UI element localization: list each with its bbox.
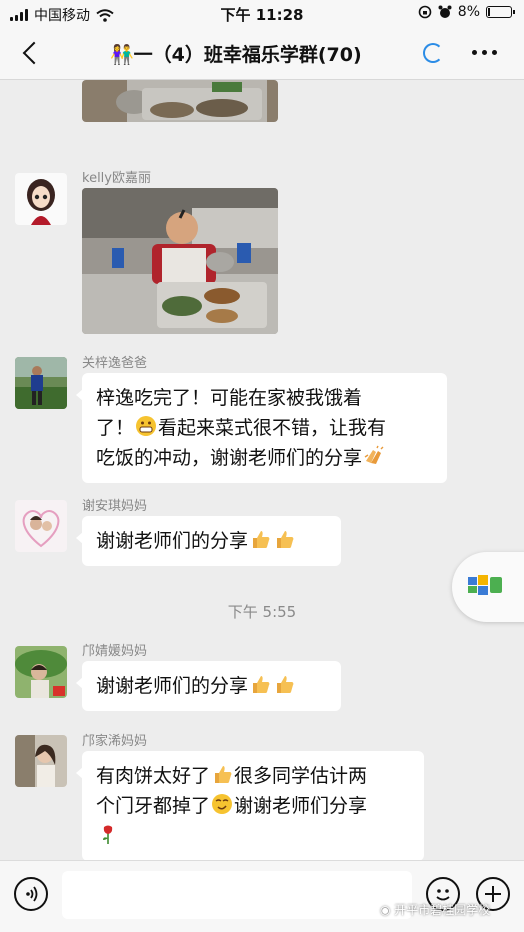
message-timestamp: 下午 5:55 (227, 603, 297, 621)
message-text: 吃饭的冲动，谢谢老师们的分享 (96, 447, 363, 469)
message-list[interactable]: kelly欧嘉丽 关梓逸爸爸 梓逸吃完了！可能在家被我饿着 了！ 看起来菜式很不… (0, 80, 524, 860)
avatar[interactable] (15, 357, 67, 409)
soccer-player-avatar (15, 357, 67, 409)
message-bubble[interactable]: 谢谢老师们的分享 (76, 516, 341, 566)
sender-name: 邝家浠妈妈 (82, 734, 148, 749)
lunch-tray-photo (82, 80, 278, 122)
battery-icon (486, 6, 515, 18)
account-watermark: ◉ 开平市碧桂园学校 (380, 901, 490, 918)
message-text: 看起来菜式很不错，让我有 (158, 417, 387, 439)
status-bar: 中国移动 下午 11:28 8% (0, 0, 524, 26)
loading-ring-icon (423, 43, 443, 63)
mini-window-icon (468, 575, 502, 595)
lotus-leaf-avatar (15, 646, 67, 698)
message-image[interactable] (82, 80, 278, 122)
message-text: 了！ (96, 417, 135, 439)
watermark-text: 开平市碧桂园学校 (394, 903, 491, 917)
chat-header: 👫一（4）班幸福乐学群(70) (0, 26, 524, 80)
avatar[interactable] (15, 173, 67, 225)
message-bubble[interactable]: 梓逸吃完了！可能在家被我饿着 了！ 看起来菜式很不错，让我有 吃饭的冲动，谢谢老师… (76, 373, 447, 483)
thumbs-up-emoji-icon (215, 766, 232, 783)
message-text: 个门牙都掉了 (96, 795, 211, 817)
message-text: 有肉饼太好了 (96, 765, 211, 787)
message-bubble[interactable]: 有肉饼太好了 很多同学估计两 个门牙都掉了 谢谢老师们分享 (76, 751, 424, 860)
woman-portrait-avatar (15, 735, 67, 787)
thumbs-up-emoji-icon (253, 676, 270, 693)
chevron-left-icon[interactable] (18, 38, 48, 68)
sender-name: 谢安琪妈妈 (82, 499, 148, 514)
message-text: 梓逸吃完了！可能在家被我饿着 (96, 387, 363, 409)
wechat-logo-icon: ◉ (380, 903, 395, 917)
sly-smile-emoji-icon (212, 794, 233, 814)
sender-name: 邝婧媛妈妈 (82, 644, 148, 659)
voice-icon[interactable] (14, 877, 48, 911)
more-icon[interactable] (472, 50, 497, 55)
avatar[interactable] (15, 646, 67, 698)
message-text: 很多同学估计两 (234, 765, 368, 787)
voice-waves-icon (26, 886, 38, 902)
thumbs-up-emoji-icon (253, 531, 270, 548)
student-eating-photo (82, 188, 278, 334)
group-title: 👫一（4）班幸福乐学群(70) (110, 44, 362, 66)
message-bubble[interactable]: 谢谢老师们的分享 (76, 661, 341, 711)
cartoon-girl-avatar (15, 173, 67, 225)
message-input[interactable] (62, 871, 412, 919)
message-text: 谢谢老师们的分享 (96, 530, 249, 552)
orientation-lock-icon (418, 5, 432, 19)
rose-emoji-icon (103, 825, 113, 844)
clap-emoji-icon (364, 445, 384, 464)
grin-emoji-icon (136, 416, 157, 436)
thumbs-up-emoji-icon (277, 531, 294, 548)
sender-name: 关梓逸爸爸 (82, 356, 148, 371)
alarm-icon (438, 5, 452, 18)
battery-percent: 8% (457, 4, 480, 20)
message-image[interactable] (82, 188, 278, 334)
floating-window-button[interactable] (452, 552, 524, 622)
input-bar: ◉ 开平市碧桂园学校 (0, 860, 524, 932)
avatar[interactable] (15, 735, 67, 787)
message-text: 谢谢老师们分享 (234, 795, 368, 817)
mother-child-avatar (15, 500, 67, 552)
thumbs-up-emoji-icon (277, 676, 294, 693)
sender-name: kelly欧嘉丽 (82, 171, 151, 186)
message-text: 谢谢老师们的分享 (96, 675, 249, 697)
avatar[interactable] (15, 500, 67, 552)
